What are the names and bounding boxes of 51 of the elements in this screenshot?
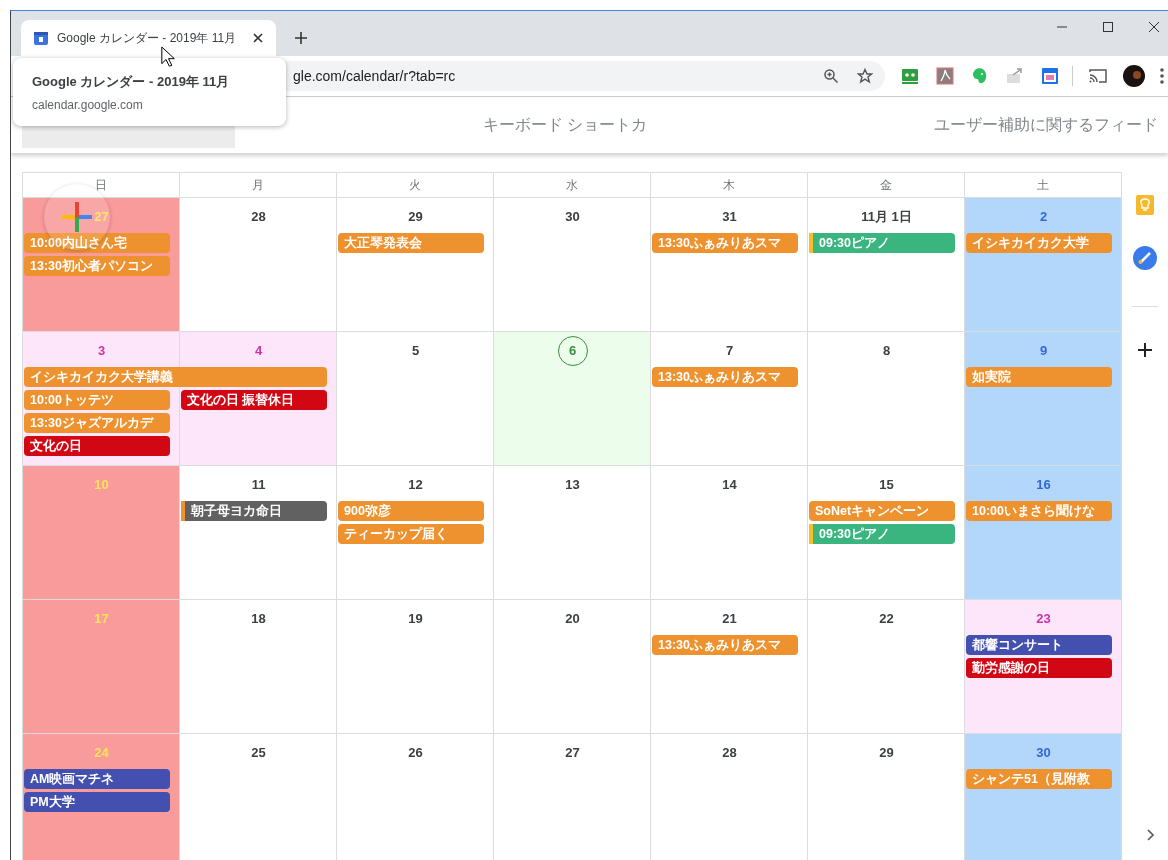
day-number[interactable]: 11月 1日 bbox=[861, 207, 912, 227]
day-number[interactable]: 26 bbox=[408, 743, 423, 763]
day-number[interactable]: 9 bbox=[1039, 341, 1048, 361]
weekday-label: 月 bbox=[180, 173, 337, 197]
day-number[interactable]: 7 bbox=[725, 341, 734, 361]
tooltip-title: Google カレンダー - 2019年 11月 bbox=[32, 72, 231, 91]
weekday-label: 金 bbox=[808, 173, 965, 197]
calendar-event[interactable]: 朝子母ヨカ命日 bbox=[185, 501, 327, 521]
day-number[interactable]: 21 bbox=[722, 609, 737, 629]
day-number[interactable]: 22 bbox=[879, 609, 894, 629]
calendar-event[interactable]: AM映画マチネ bbox=[24, 769, 170, 789]
day-number[interactable]: 30 bbox=[565, 207, 580, 227]
day-number[interactable]: 20 bbox=[565, 609, 580, 629]
weekday-label: 木 bbox=[651, 173, 808, 197]
day-number[interactable]: 4 bbox=[254, 341, 263, 361]
day-number[interactable]: 19 bbox=[408, 609, 423, 629]
browser-tab[interactable]: Google カレンダー - 2019年 11月 bbox=[21, 20, 276, 56]
day-number[interactable]: 15 bbox=[879, 475, 894, 495]
day-number[interactable]: 27 bbox=[565, 743, 580, 763]
day-number[interactable]: 3 bbox=[97, 341, 106, 361]
calendar-event[interactable]: 勤労感謝の日 bbox=[966, 658, 1112, 678]
day-number[interactable]: 28 bbox=[251, 207, 266, 227]
day-number[interactable]: 11 bbox=[251, 475, 266, 495]
day-number[interactable]: 31 bbox=[722, 207, 737, 227]
weekday-label: 水 bbox=[494, 173, 651, 197]
calendar-event[interactable]: 文化の日 振替休日 bbox=[181, 390, 327, 410]
day-number[interactable]: 18 bbox=[251, 609, 266, 629]
day-number[interactable]: 23 bbox=[1036, 609, 1051, 629]
weekday-label: 火 bbox=[337, 173, 494, 197]
day-number[interactable]: 30 bbox=[1036, 743, 1051, 763]
accessibility-feedback-link[interactable]: ユーザー補助に関するフィード bbox=[934, 114, 1158, 136]
weekday-label: 日 bbox=[23, 173, 180, 197]
day-number[interactable]: 14 bbox=[722, 475, 737, 495]
day-number[interactable]: 13 bbox=[565, 475, 580, 495]
day-number[interactable]: 28 bbox=[722, 743, 737, 763]
tooltip-url: calendar.google.com bbox=[32, 97, 144, 112]
calendar-event[interactable]: PM大学 bbox=[24, 792, 170, 812]
weekday-label: 土 bbox=[965, 173, 1122, 197]
day-number[interactable]: 5 bbox=[411, 341, 420, 361]
day-number[interactable]: 8 bbox=[882, 341, 891, 361]
day-number[interactable]: 29 bbox=[879, 743, 894, 763]
keyboard-shortcuts-link[interactable]: キーボード ショートカ bbox=[483, 114, 648, 136]
day-number[interactable]: 12 bbox=[408, 475, 423, 495]
tab-title: Google カレンダー - 2019年 11月 bbox=[57, 29, 238, 47]
day-number[interactable]: 16 bbox=[1036, 475, 1051, 495]
day-number[interactable]: 25 bbox=[251, 743, 266, 763]
url-text: gle.com/calendar/r?tab=rc bbox=[293, 68, 457, 84]
calendar-event[interactable]: 文化の日 bbox=[24, 436, 170, 456]
calendar-event[interactable]: 都響コンサート bbox=[966, 635, 1112, 655]
day-number[interactable]: 2 bbox=[1039, 207, 1048, 227]
day-number[interactable]: 29 bbox=[408, 207, 423, 227]
